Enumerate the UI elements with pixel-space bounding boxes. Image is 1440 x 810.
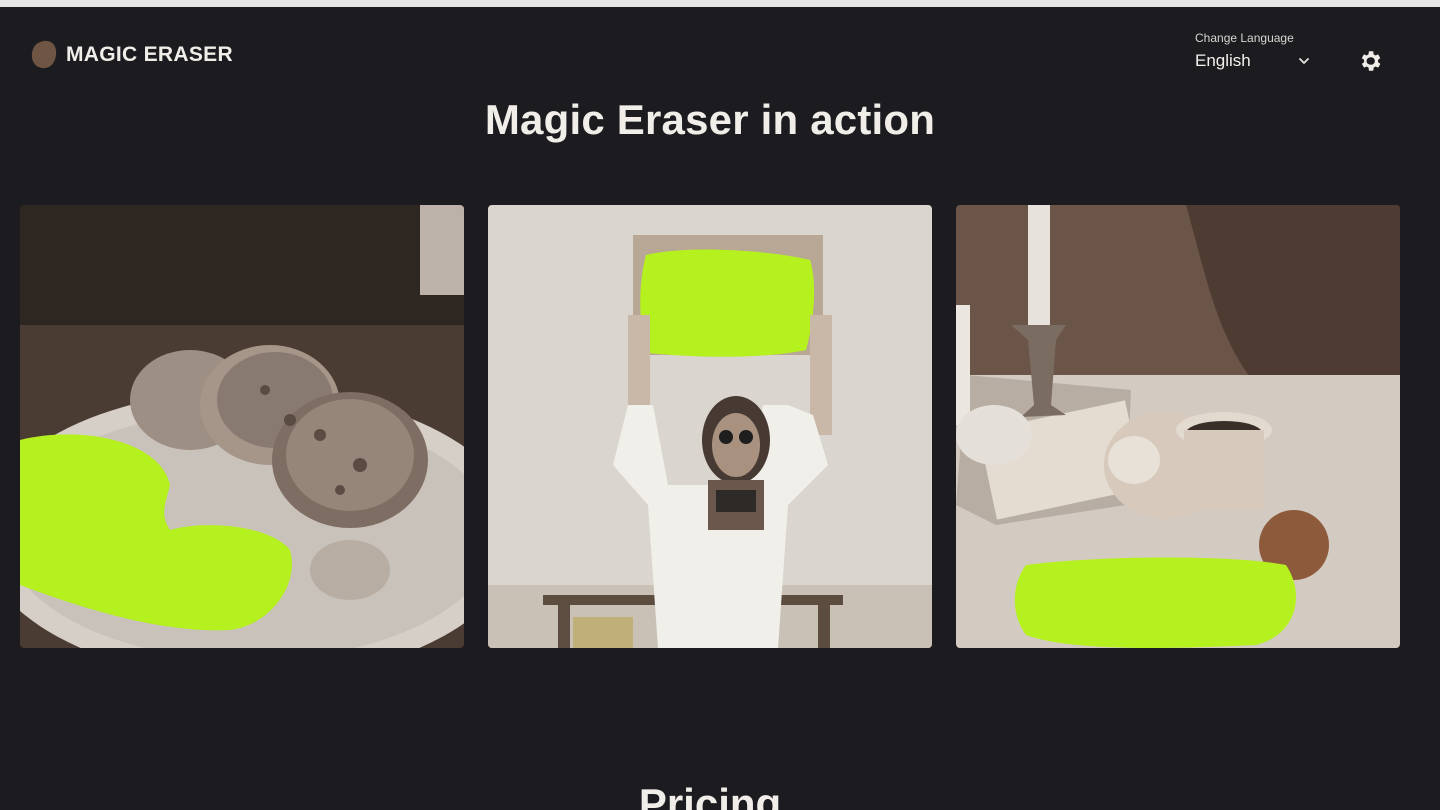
person-with-sign-photo: [488, 205, 932, 648]
brand-logo[interactable]: MAGIC ERASER: [30, 39, 233, 71]
example-image-person[interactable]: [488, 205, 932, 648]
gear-icon: [1361, 51, 1381, 71]
browser-top-strip: [0, 0, 1440, 7]
language-select[interactable]: English: [1195, 51, 1311, 71]
brand-name: MAGIC ERASER: [66, 43, 233, 66]
blob-icon: [31, 40, 57, 69]
example-image-coffee[interactable]: [956, 205, 1400, 648]
example-image-bread[interactable]: [20, 205, 464, 648]
bread-plate-photo: [20, 205, 464, 648]
language-caption: Change Language: [1195, 31, 1294, 45]
language-value: English: [1195, 51, 1251, 70]
site-header: MAGIC ERASER Change Language English: [0, 7, 1440, 97]
language-switcher: Change Language English: [1195, 31, 1315, 71]
chevron-down-icon: [1299, 58, 1309, 64]
coffee-table-photo: [956, 205, 1400, 648]
showcase-title: Magic Eraser in action: [484, 96, 936, 143]
pricing-title: Pricing: [638, 780, 782, 810]
settings-button[interactable]: [1357, 48, 1383, 74]
